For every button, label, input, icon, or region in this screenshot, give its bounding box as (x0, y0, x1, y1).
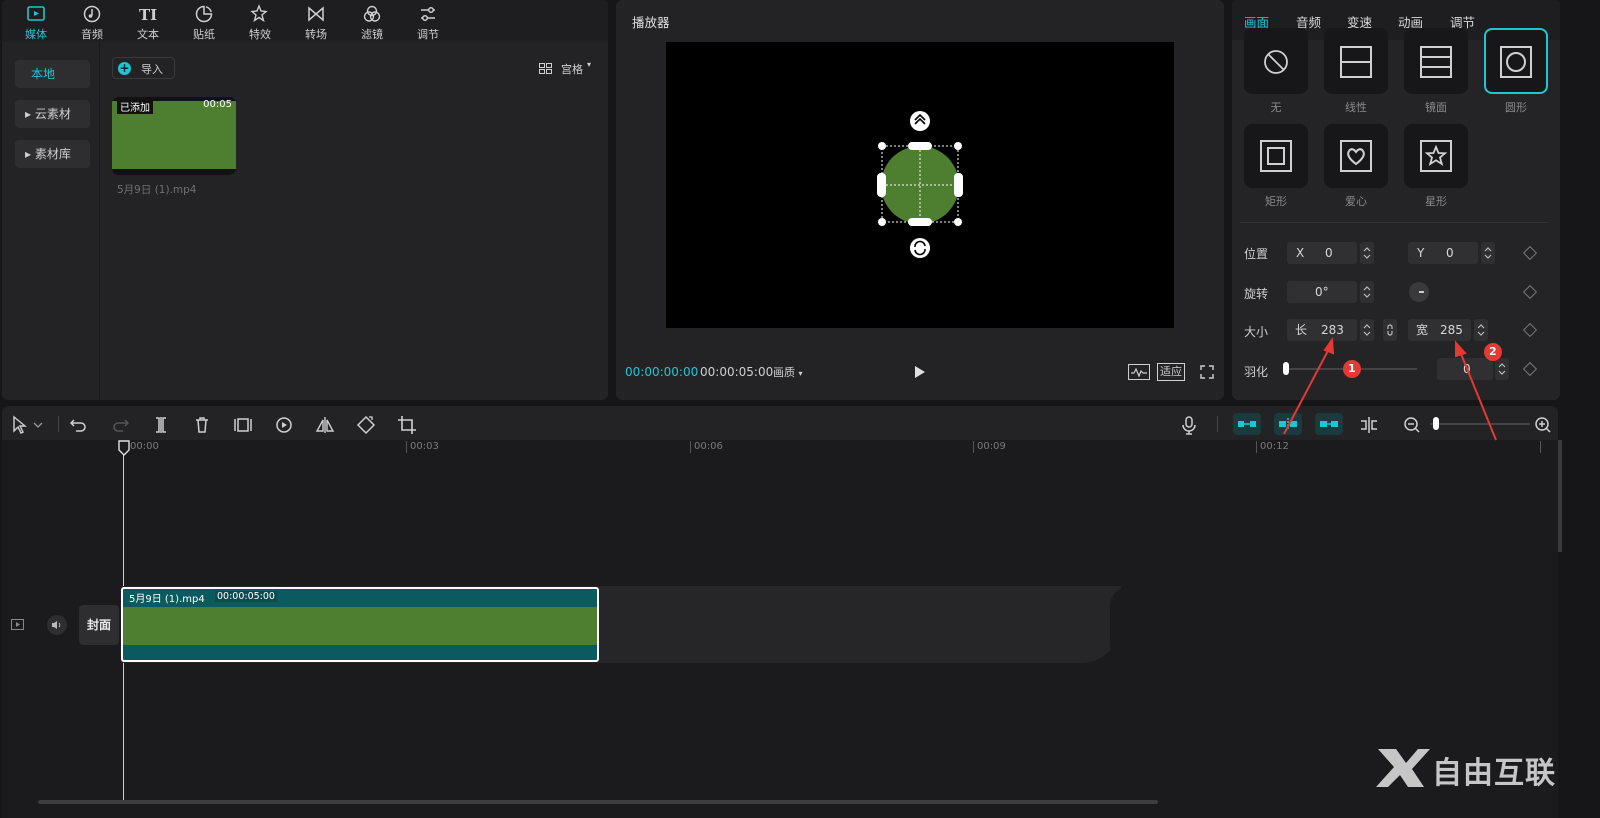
annotation-badge-1: 1 (1348, 362, 1356, 375)
watermark-text: 自由互联 (1432, 756, 1556, 791)
annotation-arrows (1283, 337, 1502, 441)
watermark-x-logo (1376, 749, 1430, 787)
annotation-badge-2: 2 (1489, 345, 1497, 358)
